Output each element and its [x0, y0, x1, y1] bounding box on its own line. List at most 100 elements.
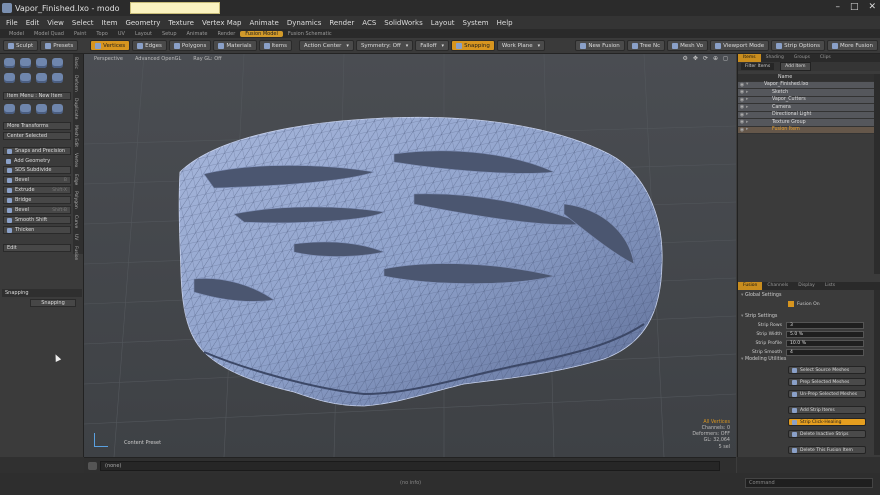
mesh-vo-button[interactable]: Mesh Vo	[667, 40, 709, 51]
menu-edit[interactable]: Edit	[22, 19, 44, 27]
capsule-icon[interactable]	[20, 73, 31, 83]
item-row[interactable]: ◉ ▸ Camera	[738, 104, 874, 112]
command-input[interactable]: Command	[745, 478, 873, 488]
global-settings-header[interactable]: Global Settings	[741, 293, 782, 298]
field-value[interactable]: 10.0 %	[786, 340, 864, 347]
eye-icon[interactable]: ◉	[738, 119, 746, 125]
prop-tab-channels[interactable]: Channels	[762, 282, 793, 290]
work-plane-dropdown[interactable]: Work Plane	[496, 40, 546, 51]
prop-tab-lists[interactable]: Lists	[820, 282, 840, 290]
vertices-mode-button[interactable]: Vertices	[90, 40, 131, 51]
sphere-icon[interactable]	[20, 58, 31, 68]
item-row[interactable]: ◉ ▸ Texture Group	[738, 119, 874, 127]
shading-dropdown[interactable]: Advanced OpenGL	[135, 56, 181, 62]
close-button[interactable]: ✕	[868, 2, 876, 12]
viewport-zoom-icon[interactable]: ⊕	[713, 55, 718, 62]
menu-solidworks[interactable]: SolidWorks	[380, 19, 426, 27]
snaps-precision-button[interactable]: Snaps and Precision	[3, 147, 71, 155]
transform-icon[interactable]	[52, 104, 63, 114]
presets-button[interactable]: Presets	[40, 40, 79, 51]
item-row[interactable]: ◉ ▸ Fusion Item	[738, 126, 874, 134]
menu-help[interactable]: Help	[493, 19, 517, 27]
vtab-mesh-edit[interactable]: Mesh Edit	[73, 122, 78, 150]
field-value[interactable]: 5.0 %	[786, 331, 864, 338]
viewport-gear-icon[interactable]: ⚙	[683, 55, 688, 62]
un-prep-selected-meshes-button[interactable]: Un-Prep Selected Meshes	[788, 390, 866, 398]
snapping-toggle[interactable]: Snapping	[451, 40, 495, 51]
filter-items-dropdown[interactable]: Filter Items	[741, 63, 775, 70]
layout-tab-layout[interactable]: Layout	[130, 31, 157, 37]
prep-selected-meshes-button[interactable]: Prep Selected Meshes	[788, 378, 866, 386]
vtab-vertex[interactable]: Vertex	[73, 150, 78, 170]
item-tab-groups[interactable]: Groups	[789, 54, 815, 62]
falloff-dropdown[interactable]: Falloff	[415, 40, 450, 51]
vtab-curve[interactable]: Curve	[73, 212, 78, 231]
menu-file[interactable]: File	[2, 19, 22, 27]
item-tab-items[interactable]: Items	[738, 54, 761, 62]
pen-icon[interactable]	[52, 73, 63, 83]
eye-icon[interactable]: ◉	[738, 89, 746, 95]
tree-nc-button[interactable]: Tree Nc	[626, 40, 666, 51]
menu-vertex-map[interactable]: Vertex Map	[198, 19, 246, 27]
layout-tab-fusion-model[interactable]: Fusion Model	[240, 30, 283, 37]
layout-tab-uv[interactable]: UV	[113, 31, 130, 37]
modeling-utilities-header[interactable]: Modeling Utilities	[741, 357, 786, 362]
move-icon[interactable]	[4, 104, 15, 114]
symmetry-dropdown[interactable]: Symmetry: Off	[355, 40, 414, 51]
viewport-pan-icon[interactable]: ✥	[693, 55, 698, 62]
layout-tab-model-quad[interactable]: Model Quad	[29, 31, 69, 37]
snapping-section-header[interactable]: Snapping	[2, 289, 82, 297]
item-row[interactable]: ◉ ▾ Vapor_Finished.lxo	[738, 81, 874, 89]
menu-item[interactable]: Item	[98, 19, 122, 27]
ray-gl-dropdown[interactable]: Ray GL: Off	[193, 56, 221, 62]
sculpt-button[interactable]: Sculpt	[3, 40, 39, 51]
tool-bevel[interactable]: Bevel B	[3, 176, 71, 184]
menu-animate[interactable]: Animate	[245, 19, 282, 27]
item-list-scrollbar[interactable]	[874, 74, 880, 274]
layout-tab-paint[interactable]: Paint	[69, 31, 91, 37]
prop-tab-fusion[interactable]: Fusion	[738, 282, 763, 290]
tool-bridge[interactable]: Bridge	[3, 196, 71, 204]
item-row[interactable]: ◉ ▸ Directional Light	[738, 111, 874, 119]
select-source-meshes-button[interactable]: Select Source Meshes	[788, 366, 866, 374]
strip-options-button[interactable]: Strip Options	[771, 40, 826, 51]
helmet-mesh[interactable]	[178, 116, 663, 407]
vtab-polygon[interactable]: Polygon	[73, 188, 78, 212]
delete-inactive-strips-button[interactable]: Delete Inactive Strips	[788, 430, 866, 438]
vtab-fusion[interactable]: Fusion	[73, 243, 78, 263]
prop-tab-display[interactable]: Display	[793, 282, 820, 290]
menu-dynamics[interactable]: Dynamics	[283, 19, 326, 27]
add-item-button[interactable]: Add Item	[780, 62, 811, 71]
materials-mode-button[interactable]: Materials	[213, 40, 257, 51]
vtab-edge[interactable]: Edge	[73, 171, 78, 188]
cylinder-icon[interactable]	[36, 58, 47, 68]
properties-scrollbar[interactable]	[874, 290, 880, 455]
tool-thicken[interactable]: Thicken	[3, 226, 71, 234]
menu-acs[interactable]: ACS	[358, 19, 380, 27]
delete-this-fusion-item-button[interactable]: Delete This Fusion Item	[788, 446, 866, 454]
vtab-basic[interactable]: Basic	[73, 54, 78, 72]
viewport-mode-button[interactable]: Viewport Mode	[710, 40, 770, 51]
layout-tab-model[interactable]: Model	[4, 31, 29, 37]
tool-smooth-shift[interactable]: Smooth Shift	[3, 216, 71, 224]
add-strip-items-button[interactable]: Add Strip Items	[788, 406, 866, 414]
menu-texture[interactable]: Texture	[164, 19, 198, 27]
maximize-button[interactable]: □	[850, 2, 859, 12]
center-selected-dropdown[interactable]: Center Selected	[3, 132, 71, 140]
menu-system[interactable]: System	[459, 19, 493, 27]
minimize-button[interactable]: –	[835, 2, 840, 12]
cone-icon[interactable]	[52, 58, 63, 68]
menu-layout[interactable]: Layout	[427, 19, 459, 27]
new-fusion-button[interactable]: New Fusion	[575, 40, 625, 51]
snapping-panel-button[interactable]: Snapping	[30, 299, 76, 307]
field-value[interactable]: 3	[786, 322, 864, 329]
cube-icon[interactable]	[4, 58, 15, 68]
eye-icon[interactable]: ◉	[738, 112, 746, 118]
edges-mode-button[interactable]: Edges	[132, 40, 167, 51]
menu-geometry[interactable]: Geometry	[121, 19, 164, 27]
3d-viewport[interactable]: Perspective Advanced OpenGL Ray GL: Off …	[84, 54, 736, 457]
item-row[interactable]: ◉ ▸ Vapor_Cutters	[738, 96, 874, 104]
command-history-icon[interactable]	[88, 462, 97, 470]
viewport-rotate-icon[interactable]: ⟳	[703, 55, 708, 62]
item-row[interactable]: ◉ ▸ Sketch	[738, 89, 874, 97]
